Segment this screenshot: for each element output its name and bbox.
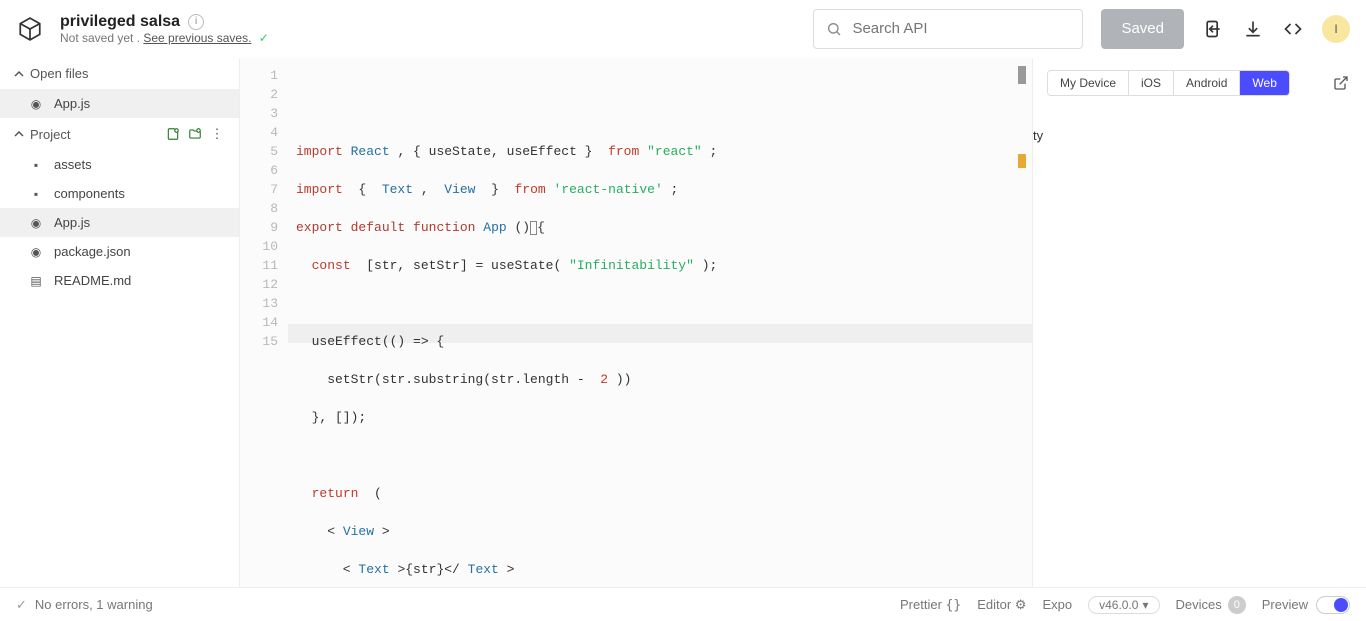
main-area: Open files ◉ App.js Project ⋮ ▪ assets ▪ c…	[0, 58, 1366, 587]
preview-pane: My Device iOS Android Web ty	[1032, 58, 1366, 587]
preview-toggle[interactable]	[1316, 596, 1350, 614]
more-icon[interactable]: ⋮	[209, 126, 225, 142]
file-name: App.js	[54, 215, 90, 230]
preview-label: Preview	[1262, 597, 1308, 612]
device-tabs: My Device iOS Android Web	[1033, 58, 1366, 108]
title-block: privileged salsa i Not saved yet . See p…	[60, 13, 269, 45]
save-status: Not saved yet . See previous saves. ✓	[60, 31, 269, 45]
chevron-up-icon	[14, 129, 24, 139]
check-icon: ✓	[259, 31, 269, 45]
chevron-up-icon	[14, 69, 24, 79]
file-name: README.md	[54, 273, 131, 288]
project-label: Project	[30, 127, 70, 142]
tab-android[interactable]: Android	[1174, 71, 1240, 95]
statusbar: ✓ No errors, 1 warning Prettier {} Edito…	[0, 587, 1366, 621]
save-status-text: Not saved yet .	[60, 31, 143, 45]
minimap-block	[1018, 66, 1026, 84]
expo-version-selector[interactable]: v46.0.0 ▾	[1088, 596, 1159, 614]
cube-icon: ◉	[28, 97, 44, 111]
new-file-icon[interactable]	[165, 126, 181, 142]
export-icon[interactable]	[1202, 18, 1224, 40]
chevron-down-icon: ▾	[1142, 598, 1148, 612]
preview-toggle-group: Preview	[1262, 596, 1350, 614]
search-container[interactable]	[813, 9, 1083, 49]
project-item-app[interactable]: ◉ App.js	[0, 208, 239, 237]
file-name: components	[54, 186, 125, 201]
search-icon	[826, 21, 842, 37]
file-icon: ▤	[28, 274, 44, 288]
preview-body: ty	[1033, 108, 1366, 587]
editor[interactable]: 123456789101112131415 import React , { u…	[240, 58, 1032, 587]
topbar: privileged salsa i Not saved yet . See p…	[0, 0, 1366, 58]
file-name: package.json	[54, 244, 131, 259]
folder-icon: ▪	[28, 187, 44, 201]
new-folder-icon[interactable]	[187, 126, 203, 142]
folder-icon: ▪	[28, 158, 44, 172]
devices-count-badge: 0	[1228, 596, 1246, 614]
line-gutter: 123456789101112131415	[240, 58, 288, 587]
tab-ios[interactable]: iOS	[1129, 71, 1174, 95]
open-files-header[interactable]: Open files	[0, 58, 239, 89]
sidebar: Open files ◉ App.js Project ⋮ ▪ assets ▪ c…	[0, 58, 240, 587]
download-icon[interactable]	[1242, 18, 1264, 40]
project-item-readme[interactable]: ▤ README.md	[0, 266, 239, 295]
project-item-package[interactable]: ◉ package.json	[0, 237, 239, 266]
tab-web[interactable]: Web	[1240, 71, 1288, 95]
embed-icon[interactable]	[1282, 18, 1304, 40]
editor-settings-button[interactable]: Editor ⚙	[977, 597, 1026, 613]
avatar-letter: I	[1334, 22, 1337, 36]
avatar[interactable]: I	[1322, 15, 1350, 43]
cube-icon: ◉	[28, 216, 44, 230]
gear-icon: ⚙	[1015, 597, 1027, 612]
expo-label: Expo	[1042, 597, 1072, 612]
error-summary[interactable]: No errors, 1 warning	[35, 597, 153, 612]
status-check-icon: ✓	[16, 597, 27, 613]
search-input[interactable]	[852, 20, 1070, 37]
tab-my-device[interactable]: My Device	[1048, 71, 1129, 95]
code-area[interactable]: import React , { useState, useEffect } f…	[288, 58, 1032, 587]
devices-button[interactable]: Devices 0	[1176, 596, 1246, 614]
open-external-icon[interactable]	[1330, 72, 1352, 94]
saved-button[interactable]: Saved	[1101, 9, 1184, 49]
open-files-label: Open files	[30, 66, 89, 81]
file-name: assets	[54, 157, 92, 172]
open-file-item[interactable]: ◉ App.js	[0, 89, 239, 118]
previous-saves-link[interactable]: See previous saves.	[143, 31, 251, 45]
cube-icon: ◉	[28, 245, 44, 259]
project-title[interactable]: privileged salsa	[60, 13, 180, 31]
project-item-assets[interactable]: ▪ assets	[0, 150, 239, 179]
info-icon[interactable]: i	[188, 14, 204, 30]
file-name: App.js	[54, 96, 90, 111]
project-header[interactable]: Project ⋮	[0, 118, 239, 150]
preview-output: ty	[1033, 128, 1043, 143]
prettier-button[interactable]: Prettier {}	[900, 597, 961, 613]
snack-logo[interactable]	[16, 15, 44, 43]
project-item-components[interactable]: ▪ components	[0, 179, 239, 208]
